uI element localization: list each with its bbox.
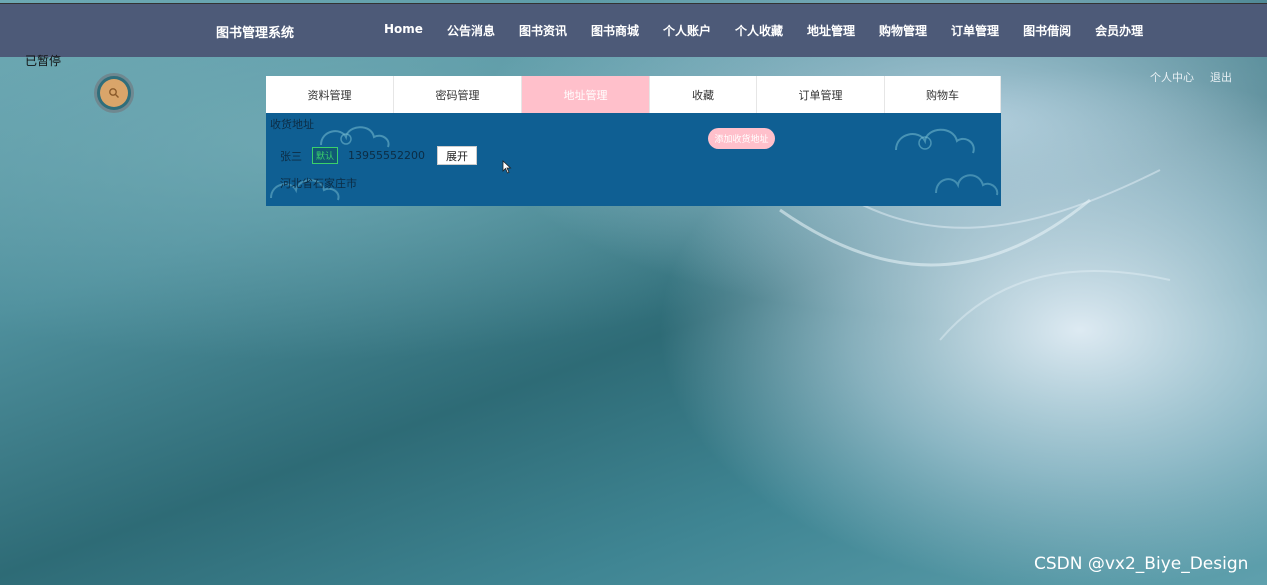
tab-orders[interactable]: 订单管理 [757, 76, 885, 113]
address-detail: 河北省石家庄市 [280, 177, 357, 190]
default-badge: 默认 [312, 147, 339, 164]
main-nav: Home 公告消息 图书资讯 图书商城 个人账户 个人收藏 地址管理 购物管理 … [384, 22, 1167, 39]
nav-personal-favorites[interactable]: 个人收藏 [735, 22, 783, 39]
cloud-ornament-icon [895, 128, 975, 154]
watermark: CSDN @vx2_Biye_Design [1034, 554, 1249, 574]
address-list-panel: 收货地址 添加收货地址 张三 默认 13955552200 展开 河北省石家庄市 [266, 113, 1001, 206]
expand-button[interactable]: 展开 [437, 146, 477, 165]
nav-book-borrowing[interactable]: 图书借阅 [1023, 22, 1071, 39]
avatar-search-button[interactable] [94, 73, 134, 113]
tab-address[interactable]: 地址管理 [522, 76, 650, 113]
nav-shopping-management[interactable]: 购物管理 [879, 22, 927, 39]
tab-cart[interactable]: 购物车 [885, 76, 1001, 113]
nav-announcements[interactable]: 公告消息 [447, 22, 495, 39]
address-recipient-name: 张三 [280, 149, 302, 163]
address-panel-title: 收货地址 [270, 118, 314, 131]
account-tabs: 资料管理 密码管理 地址管理 收藏 订单管理 购物车 [266, 76, 1001, 113]
nav-membership[interactable]: 会员办理 [1095, 22, 1143, 39]
brand-title[interactable]: 图书管理系统 [216, 22, 294, 41]
mouse-pointer-icon [502, 160, 512, 174]
user-menu: 个人中心 退出 [1150, 69, 1232, 85]
personal-center-link[interactable]: 个人中心 [1150, 69, 1194, 85]
nav-book-news[interactable]: 图书资讯 [519, 22, 567, 39]
address-entry: 张三 默认 13955552200 展开 [280, 146, 477, 165]
tab-profile[interactable]: 资料管理 [266, 76, 394, 113]
nav-order-management[interactable]: 订单管理 [951, 22, 999, 39]
tab-favorites[interactable]: 收藏 [650, 76, 757, 113]
add-address-button[interactable]: 添加收货地址 [708, 128, 775, 149]
nav-book-store[interactable]: 图书商城 [591, 22, 639, 39]
nav-home[interactable]: Home [384, 22, 423, 39]
search-icon [100, 79, 128, 107]
nav-address-management[interactable]: 地址管理 [807, 22, 855, 39]
top-navbar: 图书管理系统 Home 公告消息 图书资讯 图书商城 个人账户 个人收藏 地址管… [0, 3, 1267, 57]
nav-personal-account[interactable]: 个人账户 [663, 22, 711, 39]
account-panel: 资料管理 密码管理 地址管理 收藏 订单管理 购物车 收货地址 添加收货地址 张… [266, 76, 1001, 206]
address-phone: 13955552200 [348, 149, 425, 162]
cloud-ornament-icon [935, 174, 999, 196]
logout-link[interactable]: 退出 [1210, 69, 1232, 85]
tab-password[interactable]: 密码管理 [394, 76, 522, 113]
video-paused-label: 已暂停 [25, 54, 62, 68]
